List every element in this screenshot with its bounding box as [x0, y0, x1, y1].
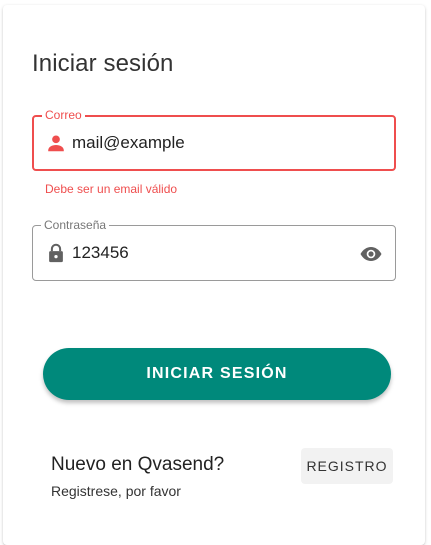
email-label: Correo	[42, 108, 85, 122]
login-button[interactable]: INICIAR SESIÓN	[43, 348, 391, 400]
register-button[interactable]: REGISTRO	[301, 448, 393, 484]
password-input[interactable]: 123456	[72, 243, 129, 263]
email-input[interactable]: mail@example	[72, 133, 185, 153]
person-icon	[45, 132, 67, 154]
login-card: Iniciar sesión Correo mail@example Debe …	[3, 5, 425, 545]
signup-subtitle: Registrese, por favor	[51, 483, 181, 499]
page-title: Iniciar sesión	[32, 50, 174, 77]
email-error: Debe ser un email válido	[45, 182, 178, 196]
password-field[interactable]: Contraseña 123456	[32, 218, 396, 281]
password-label: Contraseña	[41, 218, 110, 232]
eye-icon[interactable]	[359, 242, 383, 266]
signup-title: Nuevo en Qvasend?	[51, 454, 225, 475]
email-field[interactable]: Correo mail@example	[32, 108, 396, 171]
lock-icon	[45, 242, 67, 264]
